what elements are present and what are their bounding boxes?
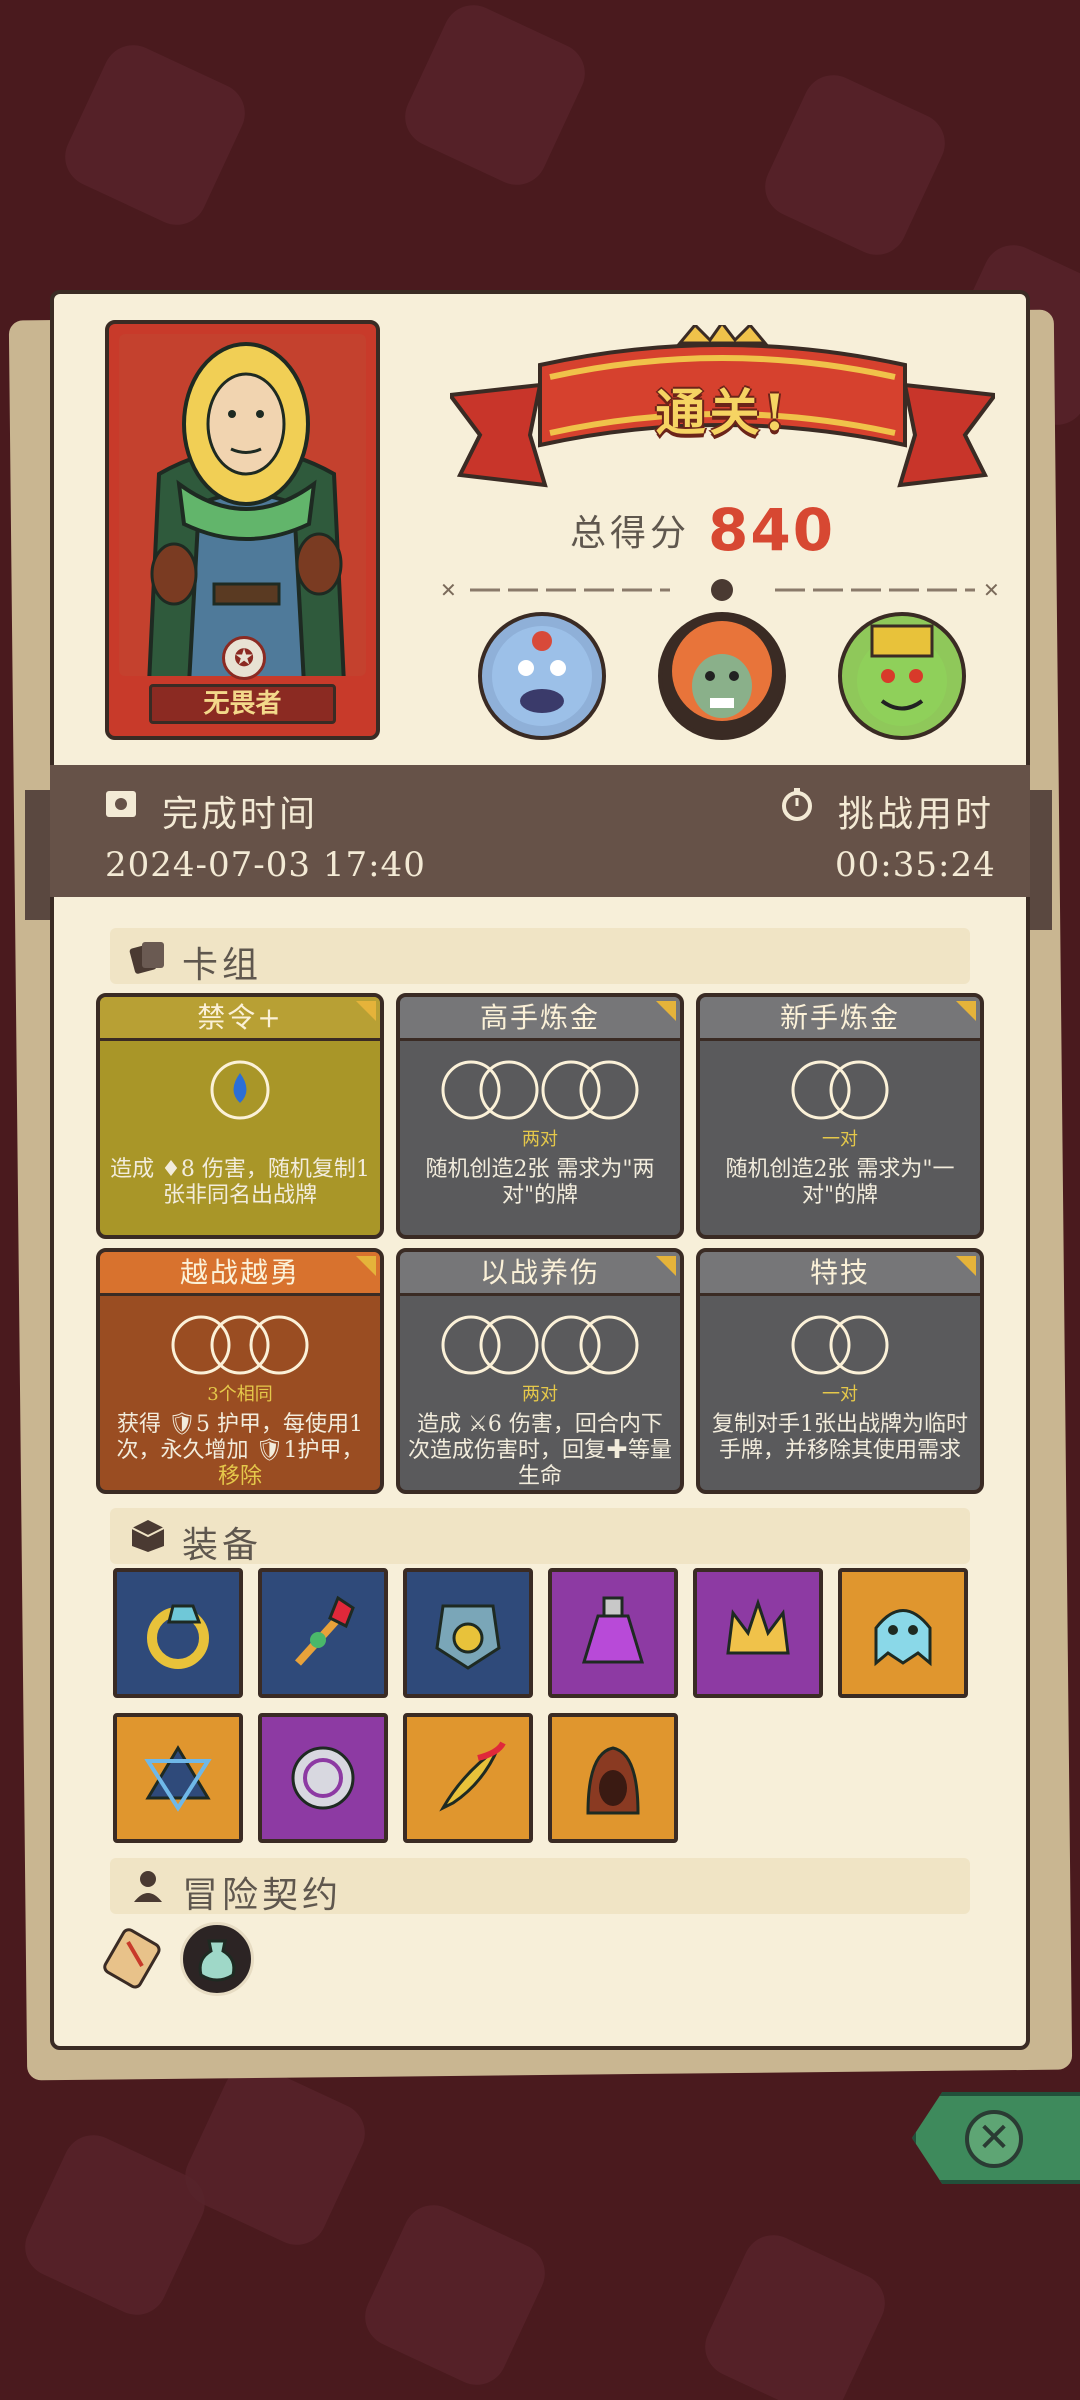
crown-icon[interactable] [693, 1568, 823, 1698]
duration-value: 00:35:24 [835, 845, 996, 885]
deck-card-title: 越战越勇 [100, 1252, 380, 1296]
card-description-text: 造成 ⚔6 伤害，回合内下次造成伤害时，回复✚等量生命 [408, 1412, 673, 1489]
potion-flask-icon[interactable] [548, 1568, 678, 1698]
side-tab-left [25, 790, 50, 920]
card-requirement: 两对 [522, 1129, 558, 1150]
deck-card-title: 高手炼金 [400, 997, 680, 1041]
card-slots [100, 1059, 380, 1121]
ruby-scepter-icon[interactable] [258, 1568, 388, 1698]
duration-label: 挑战用时 [838, 794, 995, 835]
close-button[interactable]: ✕ [965, 2110, 1023, 2168]
card-slots [700, 1059, 980, 1121]
card-requirement: 一对 [822, 1129, 858, 1150]
card-requirement: 3个相同 [207, 1384, 273, 1405]
boss-portrait-1 [478, 612, 606, 740]
contract-section-header: 冒险契约 [110, 1858, 970, 1916]
box-icon [131, 1520, 165, 1552]
time-bar: 完成时间 2024-07-03 17:40 挑战用时 00:35:24 [50, 765, 1030, 897]
deck-card-title: 新手炼金 [700, 997, 980, 1041]
contract-title: 冒险契约 [182, 1875, 343, 1916]
rune-shield-icon[interactable] [258, 1713, 388, 1843]
card-description-text: 随机创造2张 需求为"一对"的牌 [725, 1157, 955, 1208]
equipment-section-header: 装备 [110, 1508, 970, 1566]
victory-text: 通关! [655, 383, 790, 442]
card-slots [700, 1314, 980, 1376]
card-description-text: 随机创造2张 需求为"两对"的牌 [425, 1157, 655, 1208]
card-description-text: 复制对手1张出战牌为临时手牌，并移除其使用需求 [712, 1412, 968, 1463]
hero-emblem-icon: ✪ [222, 636, 266, 680]
boss-portrait-2 [658, 612, 786, 740]
hero-portrait [119, 334, 366, 676]
victory-banner: 通关! [446, 320, 999, 495]
person-icon [134, 1871, 162, 1902]
equipment-title: 装备 [182, 1525, 263, 1566]
orc-icon [662, 616, 782, 736]
deck-card[interactable]: 高手炼金两对随机创造2张 需求为"两对"的牌 [396, 993, 684, 1239]
ogre-icon [482, 616, 602, 736]
scroll-contract-icon[interactable] [98, 1922, 172, 1996]
card-description: 随机创造2张 需求为"一对"的牌 [708, 1157, 972, 1209]
deck-card[interactable]: 以战养伤两对造成 ⚔6 伤害，回合内下次造成伤害时，回复✚等量生命 [396, 1248, 684, 1494]
boss-divider: ✕ ✕ [440, 578, 1005, 602]
ghost-slime-icon[interactable] [838, 1568, 968, 1698]
deck-card[interactable]: 新手炼金一对随机创造2张 需求为"一对"的牌 [696, 993, 984, 1239]
deck-card[interactable]: 禁令+ 造成 ♦8 伤害，随机复制1张非同名出战牌 [96, 993, 384, 1239]
total-score: 总得分 840 [570, 495, 890, 565]
deck-card[interactable]: 特技一对复制对手1张出战牌为临时手牌，并移除其使用需求 [696, 1248, 984, 1494]
score-value: 840 [708, 496, 836, 564]
deck-card[interactable]: 越战越勇 3个相同获得 🛡5 护甲，每使用1次，永久增加 🛡1护甲， 移除 [96, 1248, 384, 1494]
phoenix-feather-icon[interactable] [403, 1713, 533, 1843]
card-description: 造成 ♦8 伤害，随机复制1张非同名出战牌 [108, 1157, 372, 1209]
card-requirement: 一对 [822, 1384, 858, 1405]
finish-time-label: 完成时间 [162, 794, 319, 835]
hood-icon[interactable] [548, 1713, 678, 1843]
card-description-text: 造成 ♦8 伤害，随机复制1张非同名出战牌 [110, 1157, 370, 1208]
card-slots [100, 1314, 380, 1376]
cards-icon [129, 942, 164, 974]
card-slots [400, 1059, 680, 1121]
card-description: 获得 🛡5 护甲，每使用1次，永久增加 🛡1护甲， 移除 [108, 1412, 372, 1490]
armor-chestplate-icon[interactable] [403, 1568, 533, 1698]
potion-medal-icon[interactable] [180, 1922, 254, 1996]
ring-icon[interactable] [113, 1568, 243, 1698]
card-description: 造成 ⚔6 伤害，回合内下次造成伤害时，回复✚等量生命 [408, 1412, 672, 1490]
hero-card[interactable]: ✪ 无畏者 [105, 320, 380, 740]
hero-name: 无畏者 [149, 684, 336, 724]
deck-card-title: 以战养伤 [400, 1252, 680, 1296]
svg-text:✕: ✕ [440, 578, 457, 602]
card-slots [400, 1314, 680, 1376]
card-requirement: 两对 [522, 1384, 558, 1405]
deck-card-title: 特技 [700, 1252, 980, 1296]
svg-text:✕: ✕ [983, 578, 1000, 602]
film-icon [106, 791, 136, 817]
deck-section-header: 卡组 [110, 928, 970, 986]
stopwatch-icon [782, 788, 812, 821]
hexagram-amulet-icon[interactable] [113, 1713, 243, 1843]
finish-time-value: 2024-07-03 17:40 [105, 845, 426, 885]
card-description-keyword: 移除 [217, 1464, 262, 1489]
score-label: 总得分 [570, 513, 691, 554]
deck-title: 卡组 [182, 945, 263, 986]
card-description: 复制对手1张出战牌为临时手牌，并移除其使用需求 [708, 1412, 972, 1464]
goblin-icon [842, 616, 962, 736]
side-tab-right [1030, 790, 1052, 930]
card-description-text: 获得 🛡5 护甲，每使用1次，永久增加 🛡1护甲， [116, 1412, 364, 1463]
boss-portrait-3 [838, 612, 966, 740]
deck-card-title: 禁令+ [100, 997, 380, 1041]
card-description: 随机创造2张 需求为"两对"的牌 [408, 1157, 672, 1209]
